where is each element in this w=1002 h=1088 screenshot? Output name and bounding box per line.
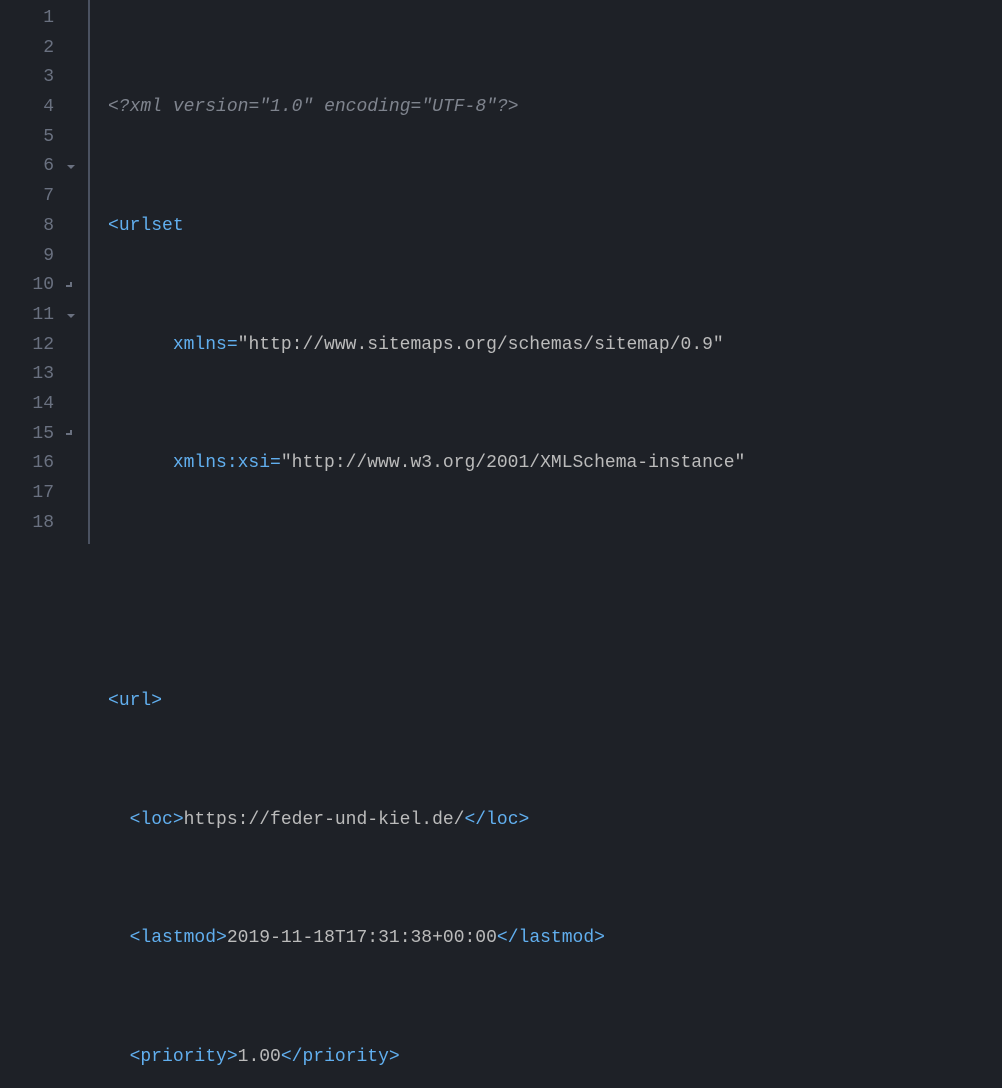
code-line[interactable]: <loc>https://feder-und-kiel.de/</loc> [108,806,745,836]
line-number: 17 [24,479,54,509]
gutter-line: 17 [0,479,88,509]
line-number: 3 [24,63,54,93]
version-value: "1.0" [259,93,324,123]
gutter-line: 13 [0,360,88,390]
attr-xmlns: xmlns [173,331,227,361]
priority-value: 1.00 [238,1043,281,1073]
tag-loc: loc [140,806,172,836]
tag-urlset: urlset [119,212,184,242]
gutter-line: 6 [0,152,88,182]
xml-proc-name: xml [130,93,173,123]
fold-open-icon[interactable] [62,311,80,321]
xml-proc-close: ?> [497,93,519,123]
line-number: 9 [24,242,54,272]
gutter-line: 3 [0,63,88,93]
gutter-line: 15 [0,420,88,450]
xmlns-xsi-value: "http://www.w3.org/2001/XMLSchema-instan… [281,449,745,479]
gutter-line: 5 [0,123,88,153]
line-number: 12 [24,331,54,361]
gutter-line: 10 [0,271,88,301]
gutter-line: 2 [0,34,88,64]
fold-close-icon[interactable] [62,281,80,291]
attr-xmlns-xsi: xmlns:xsi [173,449,270,479]
lastmod-value: 2019-11-18T17:31:38+00:00 [227,924,497,954]
line-number: 15 [24,420,54,450]
gutter-line: 4 [0,93,88,123]
gutter-line: 8 [0,212,88,242]
loc-value: https://feder-und-kiel.de/ [184,806,465,836]
gutter-line: 16 [0,449,88,479]
line-number-gutter: 123456789101112131415161718 [0,0,90,544]
code-line[interactable]: xmlns:xsi="http://www.w3.org/2001/XMLSch… [108,449,745,479]
xml-proc-open: <? [108,93,130,123]
line-number: 4 [24,93,54,123]
code-line[interactable]: <priority>1.00</priority> [108,1043,745,1073]
line-number: 18 [24,509,54,539]
tag-lastmod: lastmod [140,924,216,954]
code-line[interactable]: <urlset [108,212,745,242]
fold-close-icon[interactable] [62,429,80,439]
attr-encoding: encoding [324,93,410,123]
tag-priority: priority [140,1043,226,1073]
gutter-line: 1 [0,4,88,34]
line-number: 8 [24,212,54,242]
code-line[interactable]: xmlns="http://www.sitemaps.org/schemas/s… [108,331,745,361]
gutter-line: 7 [0,182,88,212]
line-number: 1 [24,4,54,34]
line-number: 5 [24,123,54,153]
gutter-line: 18 [0,509,88,539]
line-number: 16 [24,449,54,479]
gutter-line: 9 [0,242,88,272]
encoding-value: "UTF-8" [421,93,497,123]
line-number: 13 [24,360,54,390]
code-area[interactable]: <?xml version="1.0" encoding="UTF-8"?> <… [90,0,745,544]
xmlns-value: "http://www.sitemaps.org/schemas/sitemap… [238,331,724,361]
attr-version: version [173,93,249,123]
code-line[interactable] [108,568,745,598]
code-line[interactable]: <url> [108,687,745,717]
code-line[interactable]: <?xml version="1.0" encoding="UTF-8"?> [108,93,745,123]
code-editor: 123456789101112131415161718 <?xml versio… [0,0,1002,544]
line-number: 14 [24,390,54,420]
gutter-line: 12 [0,331,88,361]
line-number: 2 [24,34,54,64]
gutter-line: 14 [0,390,88,420]
gutter-line: 11 [0,301,88,331]
line-number: 7 [24,182,54,212]
line-number: 10 [24,271,54,301]
code-line[interactable]: <lastmod>2019-11-18T17:31:38+00:00</last… [108,924,745,954]
fold-open-icon[interactable] [62,162,80,172]
line-number: 6 [24,152,54,182]
tag-url: url [119,687,151,717]
line-number: 11 [24,301,54,331]
